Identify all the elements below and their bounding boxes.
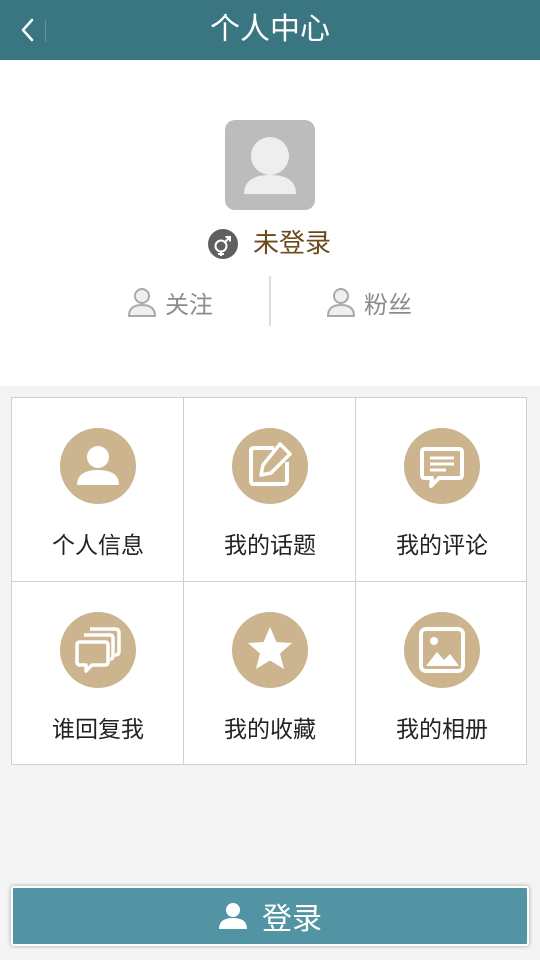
menu-item-profile-info[interactable]: 个人信息 (12, 398, 184, 582)
menu-item-label: 谁回复我 (52, 717, 144, 743)
menu-item-my-comments[interactable]: 我的评论 (356, 398, 528, 582)
menu-item-my-favorites[interactable]: 我的收藏 (184, 582, 356, 766)
follow-label: 关注 (165, 290, 213, 319)
menu-item-replies-to-me[interactable]: 谁回复我 (12, 582, 184, 766)
chat-icon (60, 612, 136, 688)
user-icon (60, 428, 136, 504)
menu-item-label: 我的评论 (396, 533, 488, 559)
user-outline-icon (326, 288, 356, 317)
menu-item-label: 我的收藏 (224, 717, 316, 743)
menu-item-my-topics[interactable]: 我的话题 (184, 398, 356, 582)
fans-stat[interactable]: 粉丝 (326, 282, 412, 322)
login-label: 登录 (262, 902, 322, 937)
header-bar: 个人中心 (0, 0, 540, 60)
menu-item-label: 我的话题 (224, 533, 316, 559)
fans-label: 粉丝 (364, 290, 412, 319)
avatar[interactable] (225, 120, 315, 210)
gender-icon (208, 229, 238, 259)
menu-item-label: 我的相册 (396, 717, 488, 743)
menu-grid: 个人信息 我的话题 我的评论 谁回复我 我的收藏 我的相册 (11, 397, 527, 765)
comment-icon (404, 428, 480, 504)
login-button[interactable]: 登录 (11, 886, 529, 946)
menu-item-label: 个人信息 (52, 533, 144, 559)
stat-divider (269, 276, 271, 326)
image-icon (404, 612, 480, 688)
edit-icon (232, 428, 308, 504)
username-label: 未登录 (253, 229, 332, 259)
user-outline-icon (127, 288, 157, 317)
follow-stat[interactable]: 关注 (127, 282, 213, 322)
profile-section: 未登录 关注 粉丝 (0, 60, 540, 386)
menu-item-my-album[interactable]: 我的相册 (356, 582, 528, 766)
user-icon (219, 903, 247, 929)
star-icon (232, 612, 308, 688)
page-title: 个人中心 (210, 12, 330, 47)
default-avatar-icon (244, 137, 296, 194)
